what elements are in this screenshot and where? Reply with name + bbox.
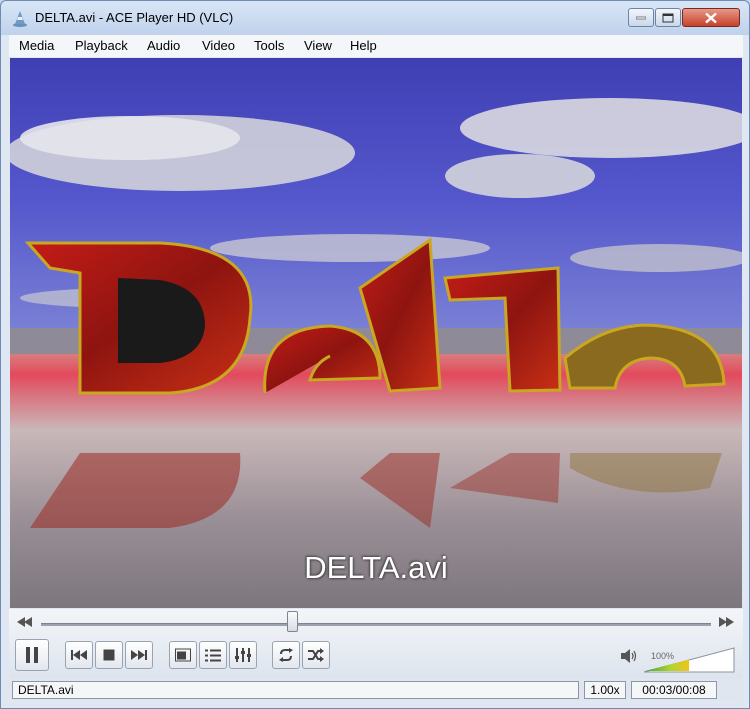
- playlist-button[interactable]: [199, 641, 227, 669]
- menu-help[interactable]: Help: [350, 38, 377, 53]
- playlist-icon: [205, 649, 221, 662]
- status-filename: DELTA.avi: [12, 681, 579, 699]
- window-title: DELTA.avi - ACE Player HD (VLC): [35, 10, 234, 25]
- control-panel: 100%: [9, 609, 743, 679]
- app-window: DELTA.avi - ACE Player HD (VLC) Media Pl…: [0, 0, 750, 709]
- playback-speed[interactable]: 1.00x: [584, 681, 626, 699]
- status-bar: DELTA.avi 1.00x 00:03/00:08: [9, 679, 743, 701]
- shuffle-button[interactable]: [302, 641, 330, 669]
- menu-tools[interactable]: Tools: [254, 38, 284, 53]
- speaker-icon[interactable]: [621, 649, 637, 666]
- previous-button[interactable]: [65, 641, 93, 669]
- loop-icon: [279, 648, 293, 662]
- stop-icon: [103, 649, 115, 661]
- equalizer-button[interactable]: [229, 641, 257, 669]
- close-button[interactable]: [682, 8, 740, 27]
- menu-media[interactable]: Media: [19, 38, 54, 53]
- menu-video[interactable]: Video: [202, 38, 235, 53]
- forward-icon[interactable]: [719, 615, 735, 630]
- pause-button[interactable]: [15, 639, 49, 671]
- video-area[interactable]: DELTA.avi: [10, 58, 742, 608]
- seek-handle[interactable]: [287, 611, 299, 632]
- minimize-icon: [636, 16, 646, 19]
- maximize-button[interactable]: [655, 8, 681, 27]
- maximize-icon: [662, 13, 674, 22]
- rewind-icon[interactable]: [17, 615, 33, 630]
- subtitle-overlay: DELTA.avi: [304, 550, 448, 585]
- fullscreen-icon: [175, 648, 191, 662]
- shuffle-icon: [308, 648, 324, 662]
- stop-button[interactable]: [95, 641, 123, 669]
- menu-bar: Media Playback Audio Video Tools View He…: [9, 35, 743, 57]
- fullscreen-button[interactable]: [169, 641, 197, 669]
- vlc-cone-icon: [11, 9, 29, 27]
- next-button[interactable]: [125, 641, 153, 669]
- title-bar[interactable]: DELTA.avi - ACE Player HD (VLC): [1, 1, 749, 35]
- minimize-button[interactable]: [628, 8, 654, 27]
- time-display[interactable]: 00:03/00:08: [631, 681, 717, 699]
- seek-bar[interactable]: [41, 623, 711, 626]
- menu-audio[interactable]: Audio: [147, 38, 180, 53]
- previous-icon: [71, 650, 87, 660]
- loop-button[interactable]: [272, 641, 300, 669]
- video-frame: [10, 58, 742, 608]
- volume-slider[interactable]: [643, 647, 735, 676]
- pause-icon: [26, 647, 38, 663]
- menu-playback[interactable]: Playback: [75, 38, 128, 53]
- equalizer-icon: [235, 648, 251, 662]
- next-icon: [131, 650, 147, 660]
- menu-view[interactable]: View: [304, 38, 332, 53]
- close-icon: [705, 12, 717, 23]
